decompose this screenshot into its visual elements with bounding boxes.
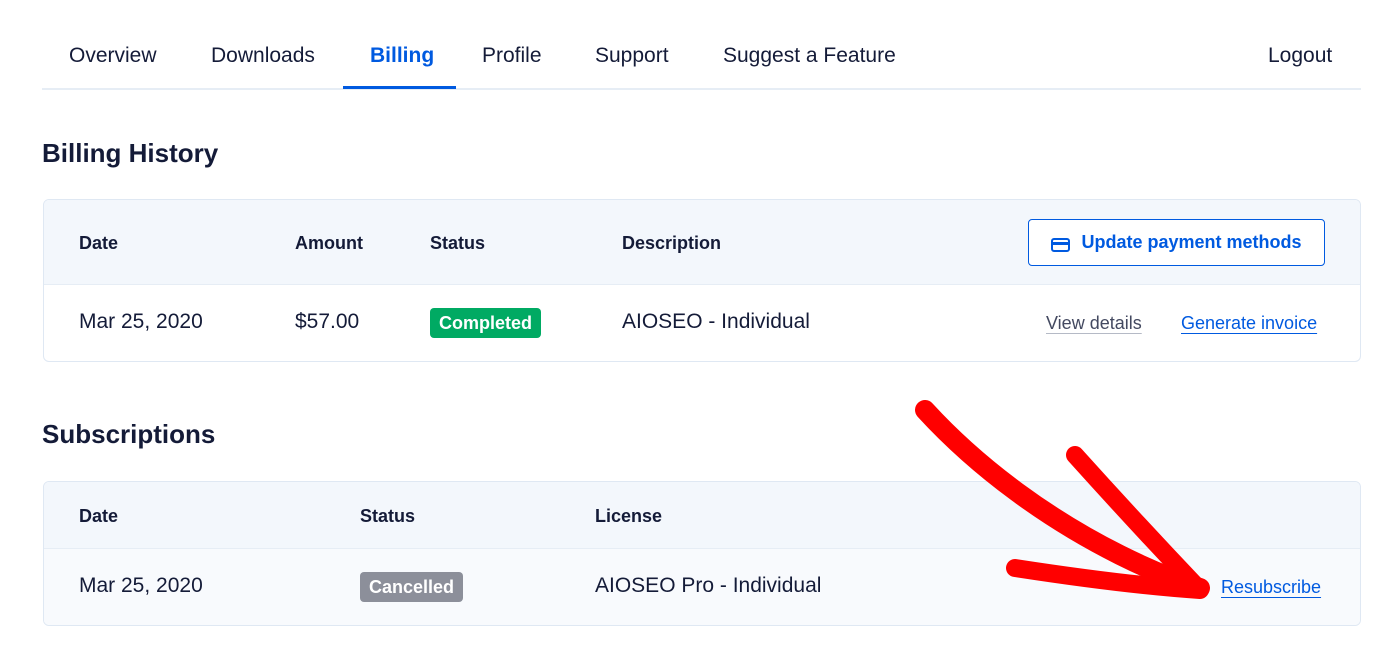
tab-profile[interactable]: Profile [482, 44, 542, 68]
subscriptions-table-header: Date Status License [44, 482, 1360, 549]
top-nav: Overview Downloads Billing Profile Suppo… [42, 0, 1361, 90]
status-badge-completed: Completed [430, 308, 542, 338]
subscription-license: AIOSEO Pro - Individual [595, 574, 822, 597]
column-header-status: Status [430, 233, 486, 253]
billing-date: Mar 25, 2020 [79, 310, 203, 333]
subscriptions-title: Subscriptions [42, 419, 216, 449]
column-header-license: License [595, 506, 663, 526]
column-header-date: Date [79, 506, 119, 526]
column-header-status: Status [360, 506, 416, 526]
tab-suggest-a-feature[interactable]: Suggest a Feature [723, 44, 896, 68]
billing-history-table: Date Amount Status Description Update pa… [43, 199, 1361, 362]
column-header-description: Description [622, 233, 722, 253]
billing-history-title: Billing History [42, 138, 219, 168]
update-payment-methods-button[interactable]: Update payment methods [1028, 219, 1325, 266]
billing-amount: $57.00 [295, 310, 360, 333]
tab-support[interactable]: Support [595, 44, 669, 68]
table-row: Mar 25, 2020 $57.00 Completed AIOSEO - I… [44, 285, 1360, 361]
column-header-date: Date [79, 233, 119, 253]
subscription-date: Mar 25, 2020 [79, 574, 203, 597]
tab-billing[interactable]: Billing [370, 44, 434, 68]
tab-overview[interactable]: Overview [69, 44, 157, 68]
credit-card-icon [1051, 236, 1071, 252]
view-details-link[interactable]: View details [1046, 313, 1142, 334]
logout-link[interactable]: Logout [1268, 44, 1332, 68]
resubscribe-link[interactable]: Resubscribe [1221, 577, 1321, 598]
billing-description: AIOSEO - Individual [622, 310, 810, 333]
tab-downloads[interactable]: Downloads [211, 44, 315, 68]
active-tab-indicator [343, 86, 456, 89]
generate-invoice-link[interactable]: Generate invoice [1181, 313, 1317, 334]
update-payment-methods-label: Update payment methods [1081, 232, 1302, 252]
status-badge-cancelled: Cancelled [360, 572, 464, 602]
column-header-amount: Amount [295, 233, 363, 253]
table-row: Mar 25, 2020 Cancelled AIOSEO Pro - Indi… [44, 549, 1360, 625]
subscriptions-table: Date Status License Mar 25, 2020 Cancell… [43, 481, 1361, 626]
billing-table-header: Date Amount Status Description Update pa… [44, 200, 1360, 285]
